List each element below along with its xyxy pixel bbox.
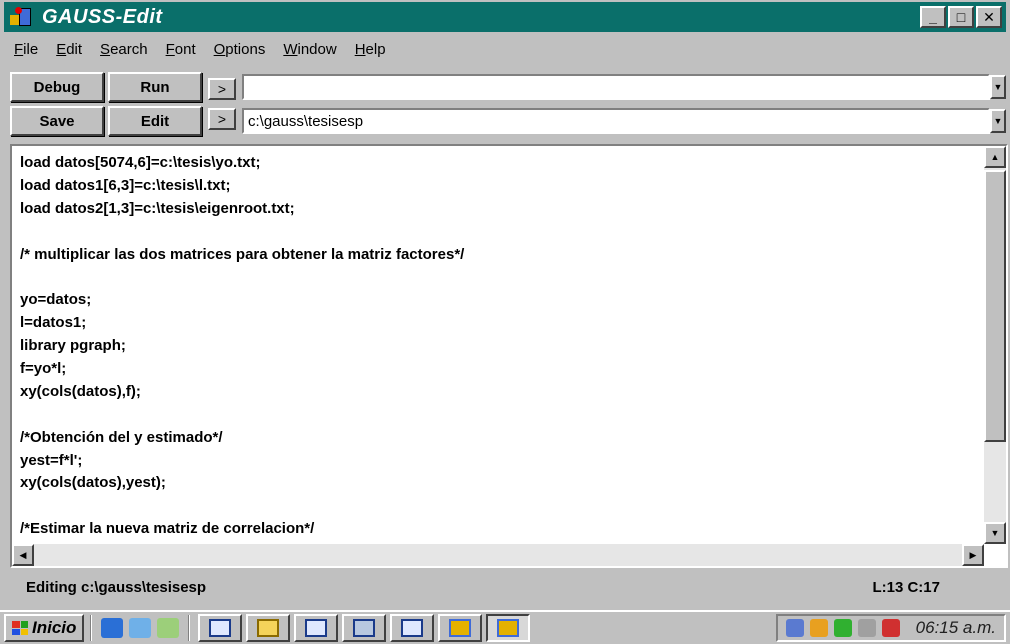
tray-app-icon[interactable]: [809, 619, 828, 637]
task-button-app2[interactable]: [294, 614, 339, 642]
start-label: Inicio: [32, 618, 77, 637]
window-title: GAUSS-Edit: [42, 5, 163, 28]
system-tray: 06:15 a.m.: [775, 614, 1006, 642]
minimize-button[interactable]: _: [920, 6, 946, 28]
cursor-position: L:13 C:17: [872, 578, 940, 596]
taskbar-separator: [188, 615, 191, 641]
vertical-scrollbar[interactable]: ▲ ▼: [984, 146, 1006, 544]
path-dropdown-icon[interactable]: ▼: [990, 109, 1006, 133]
menu-file[interactable]: File: [14, 41, 38, 58]
edit-button[interactable]: Edit: [108, 106, 202, 136]
computer-icon: [353, 619, 376, 637]
code-line[interactable]: /*Estimar la nueva matriz de correlacion…: [20, 518, 980, 541]
maximize-button[interactable]: □: [948, 6, 974, 28]
network-icon[interactable]: [785, 619, 804, 637]
code-line[interactable]: xy(cols(datos),f);: [20, 381, 980, 404]
scroll-left-icon[interactable]: ◀: [12, 544, 34, 566]
horizontal-scrollbar[interactable]: ◀ ▶: [12, 544, 984, 566]
clock: 06:15 a.m.: [915, 618, 996, 637]
code-line[interactable]: [20, 266, 980, 289]
code-line[interactable]: [20, 495, 980, 518]
path-combo[interactable]: c:\gauss\tesisesp: [242, 108, 990, 134]
code-line[interactable]: yest=f*l';: [20, 450, 980, 473]
menu-font[interactable]: Font: [166, 41, 196, 58]
gauss-icon: [497, 619, 520, 637]
run-button[interactable]: Run: [108, 72, 202, 102]
code-line[interactable]: [20, 404, 980, 427]
debug-button[interactable]: Debug: [10, 72, 104, 102]
window-icon: [401, 619, 424, 637]
command-dropdown-icon[interactable]: ▼: [990, 75, 1006, 99]
gauss-app-icon: [10, 5, 36, 29]
code-line[interactable]: load datos2[1,3]=c:\tesis\eigenroot.txt;: [20, 198, 980, 221]
task-button-computer[interactable]: [342, 614, 387, 642]
code-line[interactable]: l=datos1;: [20, 312, 980, 335]
task-button-app3[interactable]: [390, 614, 435, 642]
menu-search[interactable]: Search: [100, 41, 148, 58]
menu-edit[interactable]: Edit: [56, 41, 82, 58]
task-button-app1[interactable]: [198, 614, 243, 642]
start-button[interactable]: Inicio: [4, 614, 85, 642]
code-text[interactable]: load datos[5074,6]=c:\tesis\yo.txt; load …: [20, 152, 980, 542]
scroll-up-icon[interactable]: ▲: [984, 146, 1006, 168]
taskbar: Inicio 06:15 a.m.: [0, 610, 1010, 644]
scroll-down-icon[interactable]: ▼: [984, 522, 1006, 544]
menu-bar: File Edit Search Font Options Window Hel…: [4, 34, 1006, 64]
show-desktop-icon[interactable]: [157, 618, 180, 638]
window-icon: [209, 619, 232, 637]
menu-window[interactable]: Window: [283, 41, 336, 58]
internet-explorer-icon[interactable]: [101, 618, 124, 638]
menu-help[interactable]: Help: [355, 41, 386, 58]
code-line[interactable]: load datos[5074,6]=c:\tesis\yo.txt;: [20, 152, 980, 175]
folder-icon: [257, 619, 280, 637]
run-arrow-button[interactable]: >: [208, 78, 236, 100]
menu-options[interactable]: Options: [214, 41, 266, 58]
code-line[interactable]: /* multiplicar las dos matrices para obt…: [20, 244, 980, 267]
code-line[interactable]: /*Obtención del y estimado*/: [20, 427, 980, 450]
windows-flag-icon: [12, 621, 28, 635]
window-icon: [305, 619, 328, 637]
task-button-gauss[interactable]: [438, 614, 483, 642]
gauss-edit-window: GAUSS-Edit _ □ ✕ File Edit Search Font O…: [0, 0, 1010, 606]
antivirus-icon[interactable]: [881, 619, 900, 637]
code-line[interactable]: load datos1[6,3]=c:\tesis\l.txt;: [20, 175, 980, 198]
code-line[interactable]: [20, 221, 980, 244]
save-button[interactable]: Save: [10, 106, 104, 136]
outlook-express-icon[interactable]: [129, 618, 152, 638]
vertical-scroll-thumb[interactable]: [984, 170, 1006, 442]
taskbar-separator: [90, 615, 93, 641]
code-line[interactable]: yo=datos;: [20, 289, 980, 312]
status-bar: Editing c:\gauss\tesisesp L:13 C:17: [4, 572, 1006, 602]
task-button-folder[interactable]: [246, 614, 291, 642]
code-line[interactable]: f=yo*l;: [20, 358, 980, 381]
close-button[interactable]: ✕: [976, 6, 1002, 28]
tray-status-icon[interactable]: [833, 619, 852, 637]
task-button-gauss-edit[interactable]: [486, 614, 531, 642]
code-line[interactable]: xy(cols(datos),yest);: [20, 472, 980, 495]
code-line[interactable]: cx=corrx(yest);: [20, 541, 980, 542]
code-editor[interactable]: load datos[5074,6]=c:\tesis\yo.txt; load …: [10, 144, 1008, 568]
volume-icon[interactable]: [857, 619, 876, 637]
gauss-icon: [449, 619, 472, 637]
command-combo[interactable]: [242, 74, 990, 100]
code-line[interactable]: library pgraph;: [20, 335, 980, 358]
edit-arrow-button[interactable]: >: [208, 108, 236, 130]
title-bar[interactable]: GAUSS-Edit _ □ ✕: [4, 2, 1006, 32]
scroll-right-icon[interactable]: ▶: [962, 544, 984, 566]
status-text: Editing c:\gauss\tesisesp: [26, 578, 207, 596]
